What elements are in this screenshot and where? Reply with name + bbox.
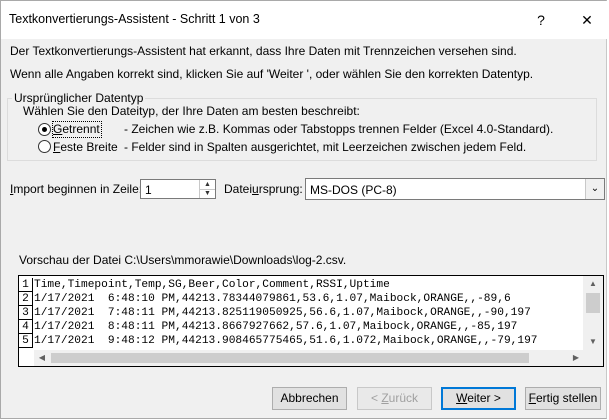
radio-feste-breite-indicator[interactable] [38,140,51,153]
help-icon[interactable]: ? [529,9,553,31]
spinner-buttons: ▲ ▼ [199,180,215,198]
radio-feste-breite-label[interactable]: Feste Breite [53,140,118,154]
scroll-left-icon[interactable]: ◀ [34,350,50,366]
next-button[interactable]: Weiter > [441,387,516,410]
scroll-down-icon[interactable]: ▼ [583,334,603,350]
import-start-row-spinner[interactable]: 1 ▲ ▼ [140,179,216,199]
row-number: 3 [19,306,33,320]
preview-line: 1/17/2021 8:48:11 PM,44213.8667927662,57… [34,321,518,333]
chevron-down-icon[interactable]: ⌄ [585,179,604,199]
scrollbar-corner [583,350,603,366]
dialog-title: Textkonvertierungs-Assistent - Schritt 1… [9,12,260,26]
import-start-label: Import beginnen in Zeile: [10,182,143,196]
file-origin-value: MS-DOS (PC-8) [310,183,397,197]
preview-line: 1/17/2021 7:48:11 PM,44213.825119050925,… [34,307,531,319]
dialog-window: Textkonvertierungs-Assistent - Schritt 1… [0,0,608,419]
preview-line: 1/17/2021 9:48:12 PM,44213.908465775465,… [34,335,538,347]
cancel-button[interactable]: Abbrechen [272,387,347,410]
intro-line-2: Wenn alle Angaben korrekt sind, klicken … [10,67,534,81]
row-number: 4 [19,320,33,334]
preview-row-numbers: 1 2 3 4 5 [19,278,33,348]
radio-getrennt-label[interactable]: Getrennt [53,122,100,136]
data-type-legend: Ursprünglicher Datentyp [14,91,144,105]
vertical-scrollbar[interactable]: ▲ ▼ [583,276,603,350]
close-icon[interactable]: ✕ [575,9,599,31]
preview-line: Time,Timepoint,Temp,SG,Beer,Color,Commen… [34,279,390,291]
spinner-down-icon[interactable]: ▼ [200,189,215,198]
preview-pane[interactable]: 1 2 3 4 5 Time,Timepoint,Temp,SG,Beer,Co… [18,275,604,367]
vertical-scroll-thumb[interactable] [586,293,600,313]
scroll-right-icon[interactable]: ▶ [568,350,584,366]
back-button[interactable]: < Zurück [357,387,432,410]
data-type-prompt: Wählen Sie den Dateityp, der Ihre Daten … [23,104,360,118]
preview-label: Vorschau der Datei C:\Users\mmorawie\Dow… [19,253,347,267]
horizontal-scrollbar[interactable]: ◀ ▶ [34,350,584,366]
radio-getrennt-indicator[interactable] [38,123,51,136]
file-origin-label: Dateiursprung: [224,182,303,196]
radio-getrennt-desc: - Zeichen wie z.B. Kommas oder Tabstopps… [124,122,554,136]
intro-line-1: Der Textkonvertierungs-Assistent hat erk… [10,44,517,58]
title-bar: Textkonvertierungs-Assistent - Schritt 1… [1,1,608,39]
row-number: 1 [19,278,33,292]
preview-line: 1/17/2021 6:48:10 PM,44213.78344079861,5… [34,293,511,305]
file-origin-select[interactable]: MS-DOS (PC-8) ⌄ [305,178,605,200]
preview-lines: Time,Timepoint,Temp,SG,Beer,Color,Commen… [34,278,582,348]
row-number: 5 [19,334,33,348]
row-number: 2 [19,292,33,306]
import-start-row-value[interactable]: 1 [145,183,152,197]
scroll-up-icon[interactable]: ▲ [583,276,603,292]
finish-button[interactable]: Fertig stellen [525,387,601,410]
horizontal-scroll-thumb[interactable] [51,353,529,363]
radio-feste-breite-desc: - Felder sind in Spalten ausgerichtet, m… [124,140,527,154]
